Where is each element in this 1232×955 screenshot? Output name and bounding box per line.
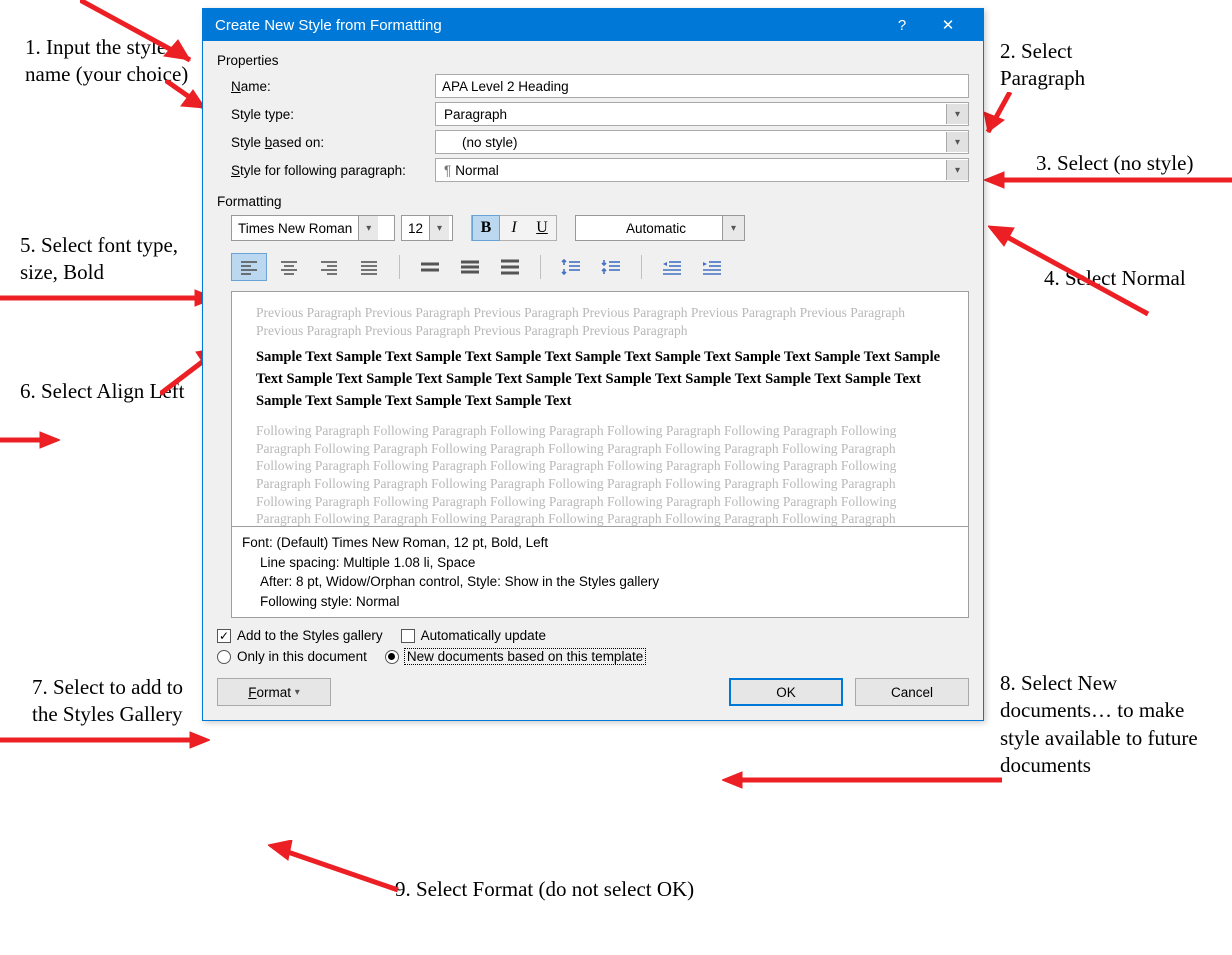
styletype-dropdown[interactable]: Paragraph ▾ bbox=[435, 102, 969, 126]
chevron-down-icon[interactable]: ▾ bbox=[358, 216, 378, 240]
annotation-7: 7. Select to add to the Styles Gallery bbox=[32, 674, 197, 729]
font-size-value: 12 bbox=[408, 221, 423, 236]
annotation-8: 8. Select New documents… to make style a… bbox=[1000, 670, 1210, 779]
format-button[interactable]: FFormatormat ▾ bbox=[217, 678, 331, 706]
para-space-decrease-button[interactable] bbox=[593, 253, 629, 281]
bold-button[interactable]: B bbox=[472, 215, 500, 241]
preview-box: Previous Paragraph Previous Paragraph Pr… bbox=[231, 291, 969, 527]
chevron-down-icon[interactable]: ▾ bbox=[946, 160, 968, 180]
preview-previous: Previous Paragraph Previous Paragraph Pr… bbox=[256, 304, 944, 339]
annotation-5: 5. Select font type, size, Bold bbox=[20, 232, 190, 287]
pilcrow-icon: ¶ bbox=[444, 163, 451, 178]
style-description: Font: (Default) Times New Roman, 12 pt, … bbox=[231, 526, 969, 618]
font-color-dropdown[interactable]: Automatic ▾ bbox=[575, 215, 745, 241]
following-dropdown[interactable]: ¶ Normal ▾ bbox=[435, 158, 969, 182]
font-size-dropdown[interactable]: 12 ▾ bbox=[401, 215, 453, 241]
properties-label: Properties bbox=[217, 53, 969, 68]
linespacing-1.5-button[interactable] bbox=[452, 253, 488, 281]
basedon-label: Style based on: bbox=[217, 135, 435, 150]
chevron-down-icon[interactable]: ▾ bbox=[946, 132, 968, 152]
para-space-increase-button[interactable] bbox=[553, 253, 589, 281]
italic-button[interactable]: I bbox=[500, 215, 528, 241]
auto-update-checkbox[interactable]: Automatically update bbox=[401, 628, 546, 643]
align-justify-button[interactable] bbox=[351, 253, 387, 281]
preview-sample: Sample Text Sample Text Sample Text Samp… bbox=[256, 347, 944, 412]
create-style-dialog: Create New Style from Formatting ? ✕ Pro… bbox=[202, 8, 984, 721]
align-center-button[interactable] bbox=[271, 253, 307, 281]
add-to-gallery-checkbox[interactable]: ✓ Add to the Styles gallery bbox=[217, 628, 383, 643]
styletype-label: Style type: bbox=[217, 107, 435, 122]
dialog-title: Create New Style from Formatting bbox=[215, 17, 879, 34]
align-left-button[interactable] bbox=[231, 253, 267, 281]
name-input[interactable] bbox=[435, 74, 969, 98]
basedon-value: (no style) bbox=[444, 135, 518, 150]
decrease-indent-button[interactable] bbox=[654, 253, 690, 281]
following-label: Style for following paragraph: bbox=[217, 163, 435, 178]
ok-button[interactable]: OK bbox=[729, 678, 843, 706]
name-label: Name: bbox=[217, 79, 435, 94]
styletype-value: Paragraph bbox=[444, 107, 507, 122]
font-family-dropdown[interactable]: Times New Roman ▾ bbox=[231, 215, 395, 241]
linespacing-1-button[interactable] bbox=[412, 253, 448, 281]
help-icon[interactable]: ? bbox=[879, 17, 925, 34]
following-value: Normal bbox=[455, 163, 499, 178]
only-this-document-radio[interactable]: Only in this document bbox=[217, 649, 367, 664]
font-family-value: Times New Roman bbox=[238, 221, 352, 236]
close-icon[interactable]: ✕ bbox=[925, 16, 971, 34]
font-color-value: Automatic bbox=[590, 221, 722, 236]
underline-button[interactable]: U bbox=[528, 215, 556, 241]
new-documents-radio[interactable]: New documents based on this template bbox=[385, 649, 645, 664]
linespacing-2-button[interactable] bbox=[492, 253, 528, 281]
chevron-down-icon[interactable]: ▾ bbox=[429, 216, 449, 240]
align-right-button[interactable] bbox=[311, 253, 347, 281]
preview-following: Following Paragraph Following Paragraph … bbox=[256, 422, 944, 527]
increase-indent-button[interactable] bbox=[694, 253, 730, 281]
basedon-dropdown[interactable]: (no style) ▾ bbox=[435, 130, 969, 154]
chevron-down-icon[interactable]: ▾ bbox=[722, 216, 744, 240]
cancel-button[interactable]: Cancel bbox=[855, 678, 969, 706]
chevron-down-icon[interactable]: ▾ bbox=[946, 104, 968, 124]
title-bar[interactable]: Create New Style from Formatting ? ✕ bbox=[203, 9, 983, 41]
annotation-9: 9. Select Format (do not select OK) bbox=[395, 876, 695, 903]
annotation-2: 2. Select Paragraph bbox=[1000, 38, 1160, 93]
formatting-label: Formatting bbox=[217, 194, 969, 209]
